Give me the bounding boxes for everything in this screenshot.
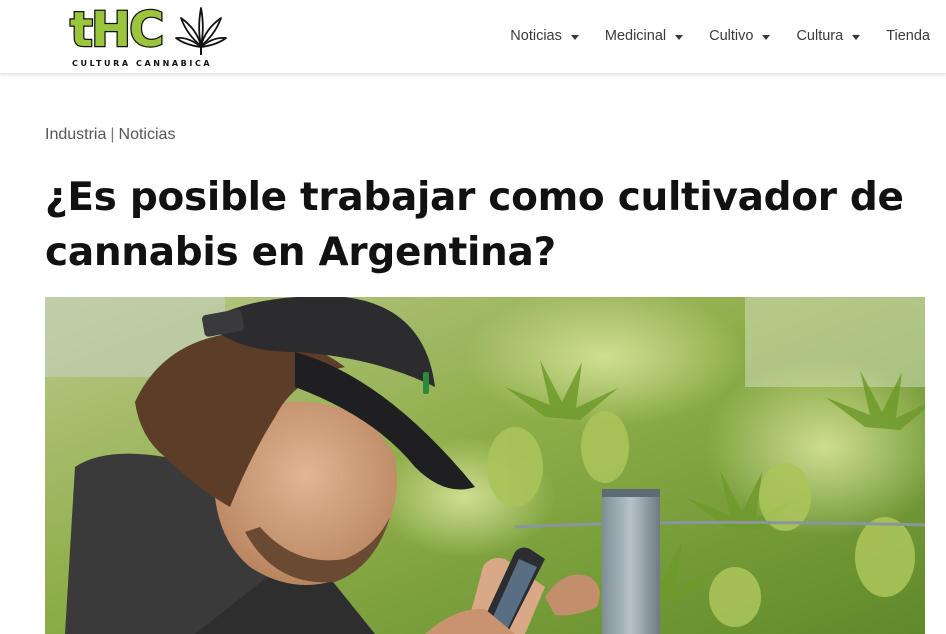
hero-photo — [45, 297, 925, 634]
nav-label: Cultura — [796, 28, 844, 44]
logo-tagline: CULTURA CANNABICA — [72, 59, 213, 68]
breadcrumb-separator: | — [110, 126, 115, 143]
chevron-down-icon — [762, 34, 771, 40]
nav-item-medicinal[interactable]: Medicinal — [604, 28, 684, 44]
chevron-down-icon — [675, 34, 684, 40]
chevron-down-icon — [852, 34, 861, 40]
nav-label: Medicinal — [604, 28, 667, 44]
site-logo[interactable]: tHC CULTURA CANNABICA — [69, 2, 230, 70]
breadcrumb: Industria | Noticias — [45, 126, 175, 144]
logo-wordmark: tHC — [69, 2, 166, 58]
category-link-industria[interactable]: Industria — [45, 126, 106, 143]
site-header: tHC CULTURA CANNABICA Noticias Medicinal… — [0, 0, 946, 74]
nav-label: Tienda — [886, 28, 930, 44]
main-nav: Noticias Medicinal Cultivo Cultura Tiend… — [510, 23, 930, 49]
nav-item-tienda[interactable]: Tienda — [886, 28, 930, 44]
nav-label: Cultivo — [709, 28, 754, 44]
category-link-noticias[interactable]: Noticias — [119, 126, 176, 143]
cannabis-leaf-icon — [175, 7, 227, 55]
hero-image — [45, 297, 925, 634]
nav-item-cultivo[interactable]: Cultivo — [709, 28, 771, 44]
article-title: ¿Es posible trabajar como cultivador de … — [45, 175, 904, 275]
chevron-down-icon — [570, 34, 579, 40]
nav-item-cultura[interactable]: Cultura — [796, 28, 861, 44]
nav-label: Noticias — [510, 28, 562, 44]
nav-item-noticias[interactable]: Noticias — [510, 28, 579, 44]
